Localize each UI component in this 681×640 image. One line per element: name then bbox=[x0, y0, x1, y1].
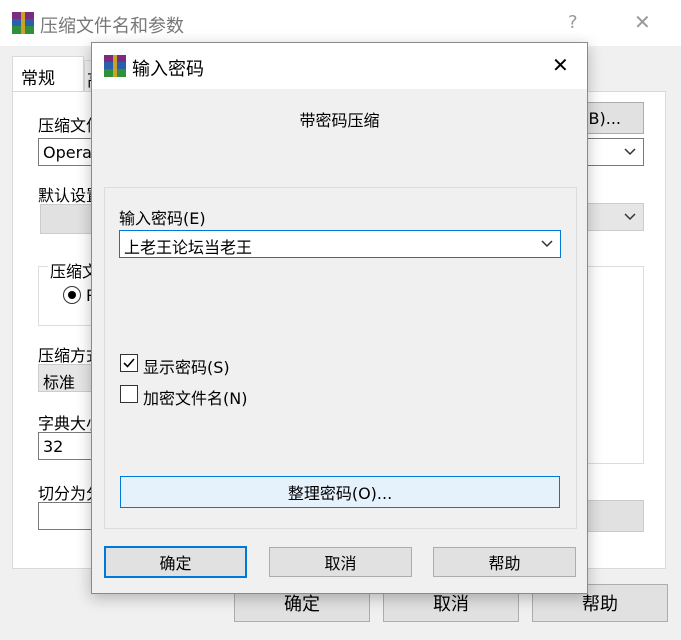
dialog-titlebar: 输入密码 ✕ bbox=[92, 43, 587, 89]
help-button[interactable]: 帮助 bbox=[433, 547, 576, 577]
chevron-down-icon[interactable] bbox=[623, 210, 637, 224]
encrypt-filenames-checkbox[interactable] bbox=[120, 385, 138, 403]
password-value: 上老王论坛当老王 bbox=[124, 238, 253, 257]
password-dialog: 输入密码 ✕ 带密码压缩 输入密码(E) 上老王论坛当老王 显示密码(S) 加密… bbox=[91, 42, 588, 594]
encrypt-filenames-label[interactable]: 加密文件名(N) bbox=[143, 385, 247, 409]
chevron-down-icon[interactable] bbox=[623, 145, 637, 159]
tab-general-label: 常规 bbox=[21, 69, 55, 89]
options-list-box bbox=[586, 266, 644, 464]
method-value: 标准 bbox=[43, 373, 76, 392]
dict-value: 32 bbox=[43, 437, 64, 456]
show-password-checkbox[interactable] bbox=[120, 354, 138, 372]
back-close-icon[interactable]: ✕ bbox=[634, 10, 651, 34]
dict-select[interactable]: 32 bbox=[38, 432, 98, 460]
password-label: 输入密码(E) bbox=[119, 209, 206, 228]
dialog-title: 输入密码 bbox=[132, 59, 204, 80]
set-password-button[interactable] bbox=[586, 500, 644, 532]
format-rar-radio[interactable] bbox=[63, 286, 81, 304]
show-password-label[interactable]: 显示密码(S) bbox=[143, 354, 230, 378]
organize-passwords-label: 整理密码(O)... bbox=[287, 484, 393, 503]
ok-label: 确定 bbox=[159, 554, 192, 573]
method-select[interactable]: 标准 bbox=[38, 364, 98, 392]
cancel-button[interactable]: 取消 bbox=[269, 547, 412, 577]
help-label: 帮助 bbox=[488, 554, 521, 573]
winrar-icon bbox=[12, 12, 34, 34]
cancel-label: 取消 bbox=[324, 554, 357, 573]
organize-passwords-button[interactable]: 整理密码(O)... bbox=[120, 476, 560, 508]
password-input[interactable]: 上老王论坛当老王 bbox=[119, 230, 561, 258]
archive-name-value: Operat bbox=[43, 143, 99, 162]
help-icon[interactable]: ? bbox=[568, 12, 578, 33]
checkmark-icon bbox=[123, 358, 135, 368]
browse-button-label: (B)... bbox=[582, 108, 621, 128]
chevron-down-icon[interactable] bbox=[540, 237, 554, 251]
split-input[interactable] bbox=[38, 502, 98, 530]
dialog-subtitle: 带密码压缩 bbox=[299, 111, 380, 130]
tab-general[interactable]: 常规 bbox=[12, 56, 84, 92]
close-icon[interactable]: ✕ bbox=[552, 53, 569, 77]
ok-button[interactable]: 确定 bbox=[104, 546, 247, 578]
back-window-titlebar: 压缩文件名和参数 ? ✕ bbox=[0, 0, 681, 46]
winrar-icon bbox=[104, 55, 126, 77]
back-window-title: 压缩文件名和参数 bbox=[40, 16, 184, 37]
